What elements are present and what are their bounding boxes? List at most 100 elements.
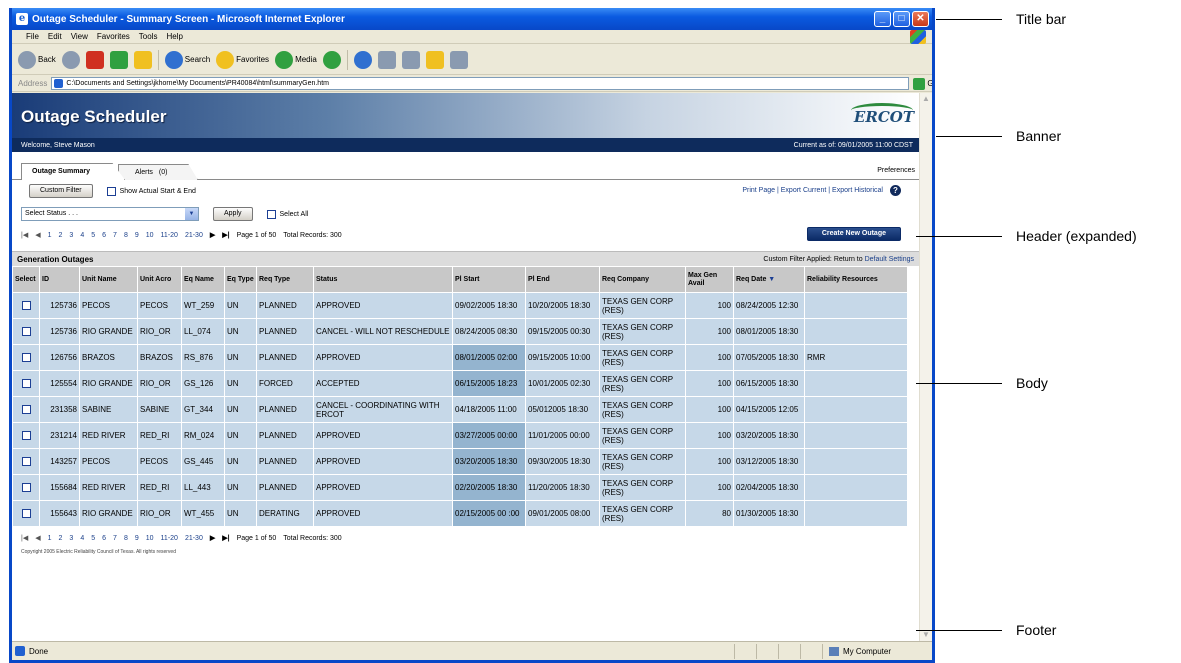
page-link[interactable]: 21-30	[185, 535, 203, 542]
go-button[interactable]: Go	[913, 77, 932, 90]
page-link[interactable]: 5	[91, 535, 95, 542]
table-row[interactable]: 231358 SABINE SABINE GT_344 UN PLANNED CANCEL …	[12, 396, 908, 423]
minimize-button[interactable]: _	[874, 11, 891, 27]
row-checkbox[interactable]	[21, 509, 31, 519]
page-link[interactable]: 2	[59, 535, 63, 542]
column-header[interactable]: Req Company	[599, 266, 686, 293]
help-icon[interactable]: ?	[890, 185, 901, 196]
refresh-icon[interactable]	[109, 50, 128, 69]
row-checkbox[interactable]	[21, 457, 31, 467]
column-header[interactable]: Max Gen Avail	[685, 266, 734, 293]
next-page-icon[interactable]: ▶	[210, 534, 215, 542]
close-button[interactable]: ✕	[912, 11, 929, 27]
column-header[interactable]: Req Date ▼	[733, 266, 805, 293]
scroll-up-icon[interactable]: ▲	[920, 93, 932, 105]
select-all-row[interactable]: Select All	[266, 209, 308, 219]
page-link[interactable]: 8	[124, 232, 128, 239]
back-button[interactable]: Back	[18, 50, 56, 69]
table-row[interactable]: 231214 RED RIVER RED_RI RM_024 UN PLANNED APPR…	[12, 422, 908, 449]
favorites-button[interactable]: Favorites	[216, 50, 269, 69]
apply-button[interactable]: Apply	[213, 207, 253, 221]
menu-favorites[interactable]: Favorites	[97, 32, 130, 41]
row-checkbox[interactable]	[21, 483, 31, 493]
prev-page-icon[interactable]: ◀	[35, 231, 40, 239]
vertical-scrollbar[interactable]: ▲ ▼	[919, 93, 932, 641]
page-link[interactable]: 1	[48, 535, 52, 542]
page-link[interactable]: 11-20	[161, 535, 178, 542]
create-new-outage-button[interactable]: Create New Outage	[806, 227, 901, 241]
prev-page-icon[interactable]: ◀	[35, 534, 40, 542]
table-row[interactable]: 143257 PECOS PECOS GS_445 UN PLANNED APPROVED 0…	[12, 448, 908, 475]
row-select-cell[interactable]	[12, 318, 40, 345]
page-link[interactable]: 5	[91, 232, 95, 239]
page-link[interactable]: 1	[48, 232, 52, 239]
column-header[interactable]: Pl End	[525, 266, 600, 293]
edit-icon[interactable]	[401, 50, 420, 69]
column-header[interactable]: Unit Acro	[137, 266, 182, 293]
home-icon[interactable]	[133, 50, 152, 69]
page-link[interactable]: 3	[69, 232, 73, 239]
page-link[interactable]: 9	[135, 535, 139, 542]
page-link[interactable]: 10	[146, 232, 154, 239]
show-actual-checkbox-row[interactable]: Show Actual Start & End	[106, 186, 196, 196]
media-button[interactable]: Media	[275, 50, 317, 69]
page-link[interactable]: 2	[59, 232, 63, 239]
menu-help[interactable]: Help	[166, 32, 182, 41]
column-header[interactable]: Reliability Resources	[804, 266, 908, 293]
page-link[interactable]: 8	[124, 535, 128, 542]
sort-desc-icon[interactable]: ▼	[766, 276, 775, 283]
row-select-cell[interactable]	[12, 474, 40, 501]
folder-icon[interactable]	[425, 50, 444, 69]
print-icon[interactable]	[377, 50, 396, 69]
page-link[interactable]: 6	[102, 232, 106, 239]
page-link[interactable]: 11-20	[161, 232, 178, 239]
row-checkbox[interactable]	[21, 301, 31, 311]
page-link[interactable]: 21-30	[185, 232, 203, 239]
last-page-icon[interactable]: ▶|	[222, 534, 229, 542]
default-settings-link[interactable]: Default Settings	[865, 256, 914, 263]
column-header[interactable]: Eq Name	[181, 266, 225, 293]
column-header[interactable]: ID	[39, 266, 80, 293]
row-checkbox[interactable]	[21, 431, 31, 441]
page-link[interactable]: 10	[146, 535, 154, 542]
row-select-cell[interactable]	[12, 370, 40, 397]
row-checkbox[interactable]	[21, 405, 31, 415]
column-header[interactable]: Pl Start	[452, 266, 526, 293]
page-link[interactable]: 3	[69, 535, 73, 542]
first-page-icon[interactable]: |◀	[21, 534, 28, 542]
forward-button[interactable]	[61, 50, 80, 69]
custom-filter-button[interactable]: Custom Filter	[29, 184, 93, 198]
table-row[interactable]: 155643 RIO GRANDE RIO_OR WT_455 UN DERATING AP…	[12, 500, 908, 527]
row-checkbox[interactable]	[21, 327, 31, 337]
column-header[interactable]: Select	[12, 266, 40, 293]
row-select-cell[interactable]	[12, 448, 40, 475]
table-row[interactable]: 155684 RED RIVER RED_RI LL_443 UN PLANNED APPR…	[12, 474, 908, 501]
row-select-cell[interactable]	[12, 500, 40, 527]
messenger-icon[interactable]	[449, 50, 468, 69]
show-actual-checkbox[interactable]	[106, 186, 116, 196]
tab-alerts[interactable]: Outage SummaryAlerts (0)	[118, 164, 198, 180]
table-row[interactable]: 125736 PECOS PECOS WT_259 UN PLANNED APPROVED 0…	[12, 292, 908, 319]
row-select-cell[interactable]	[12, 292, 40, 319]
print-page-link[interactable]: Print Page	[742, 187, 775, 194]
menu-tools[interactable]: Tools	[139, 32, 158, 41]
page-link[interactable]: 6	[102, 535, 106, 542]
last-page-icon[interactable]: ▶|	[222, 231, 229, 239]
maximize-button[interactable]: □	[893, 11, 910, 27]
mail-icon[interactable]	[353, 50, 372, 69]
page-link[interactable]: 4	[80, 535, 84, 542]
search-button[interactable]: Search	[164, 50, 210, 69]
export-historical-link[interactable]: Export Historical	[832, 187, 883, 194]
page-link[interactable]: 9	[135, 232, 139, 239]
address-input[interactable]: C:\Documents and Settings\jkhorne\My Doc…	[51, 77, 910, 90]
column-header[interactable]: Eq Type	[224, 266, 257, 293]
page-link[interactable]: 7	[113, 535, 117, 542]
stop-icon[interactable]	[85, 50, 104, 69]
preferences-link[interactable]: Preferences	[877, 167, 915, 174]
row-checkbox[interactable]	[21, 379, 31, 389]
row-select-cell[interactable]	[12, 344, 40, 371]
menu-file[interactable]: File	[26, 32, 39, 41]
row-checkbox[interactable]	[21, 353, 31, 363]
table-row[interactable]: 125554 RIO GRANDE RIO_OR GS_126 UN FORCED ACCE…	[12, 370, 908, 397]
select-all-checkbox[interactable]	[266, 209, 276, 219]
